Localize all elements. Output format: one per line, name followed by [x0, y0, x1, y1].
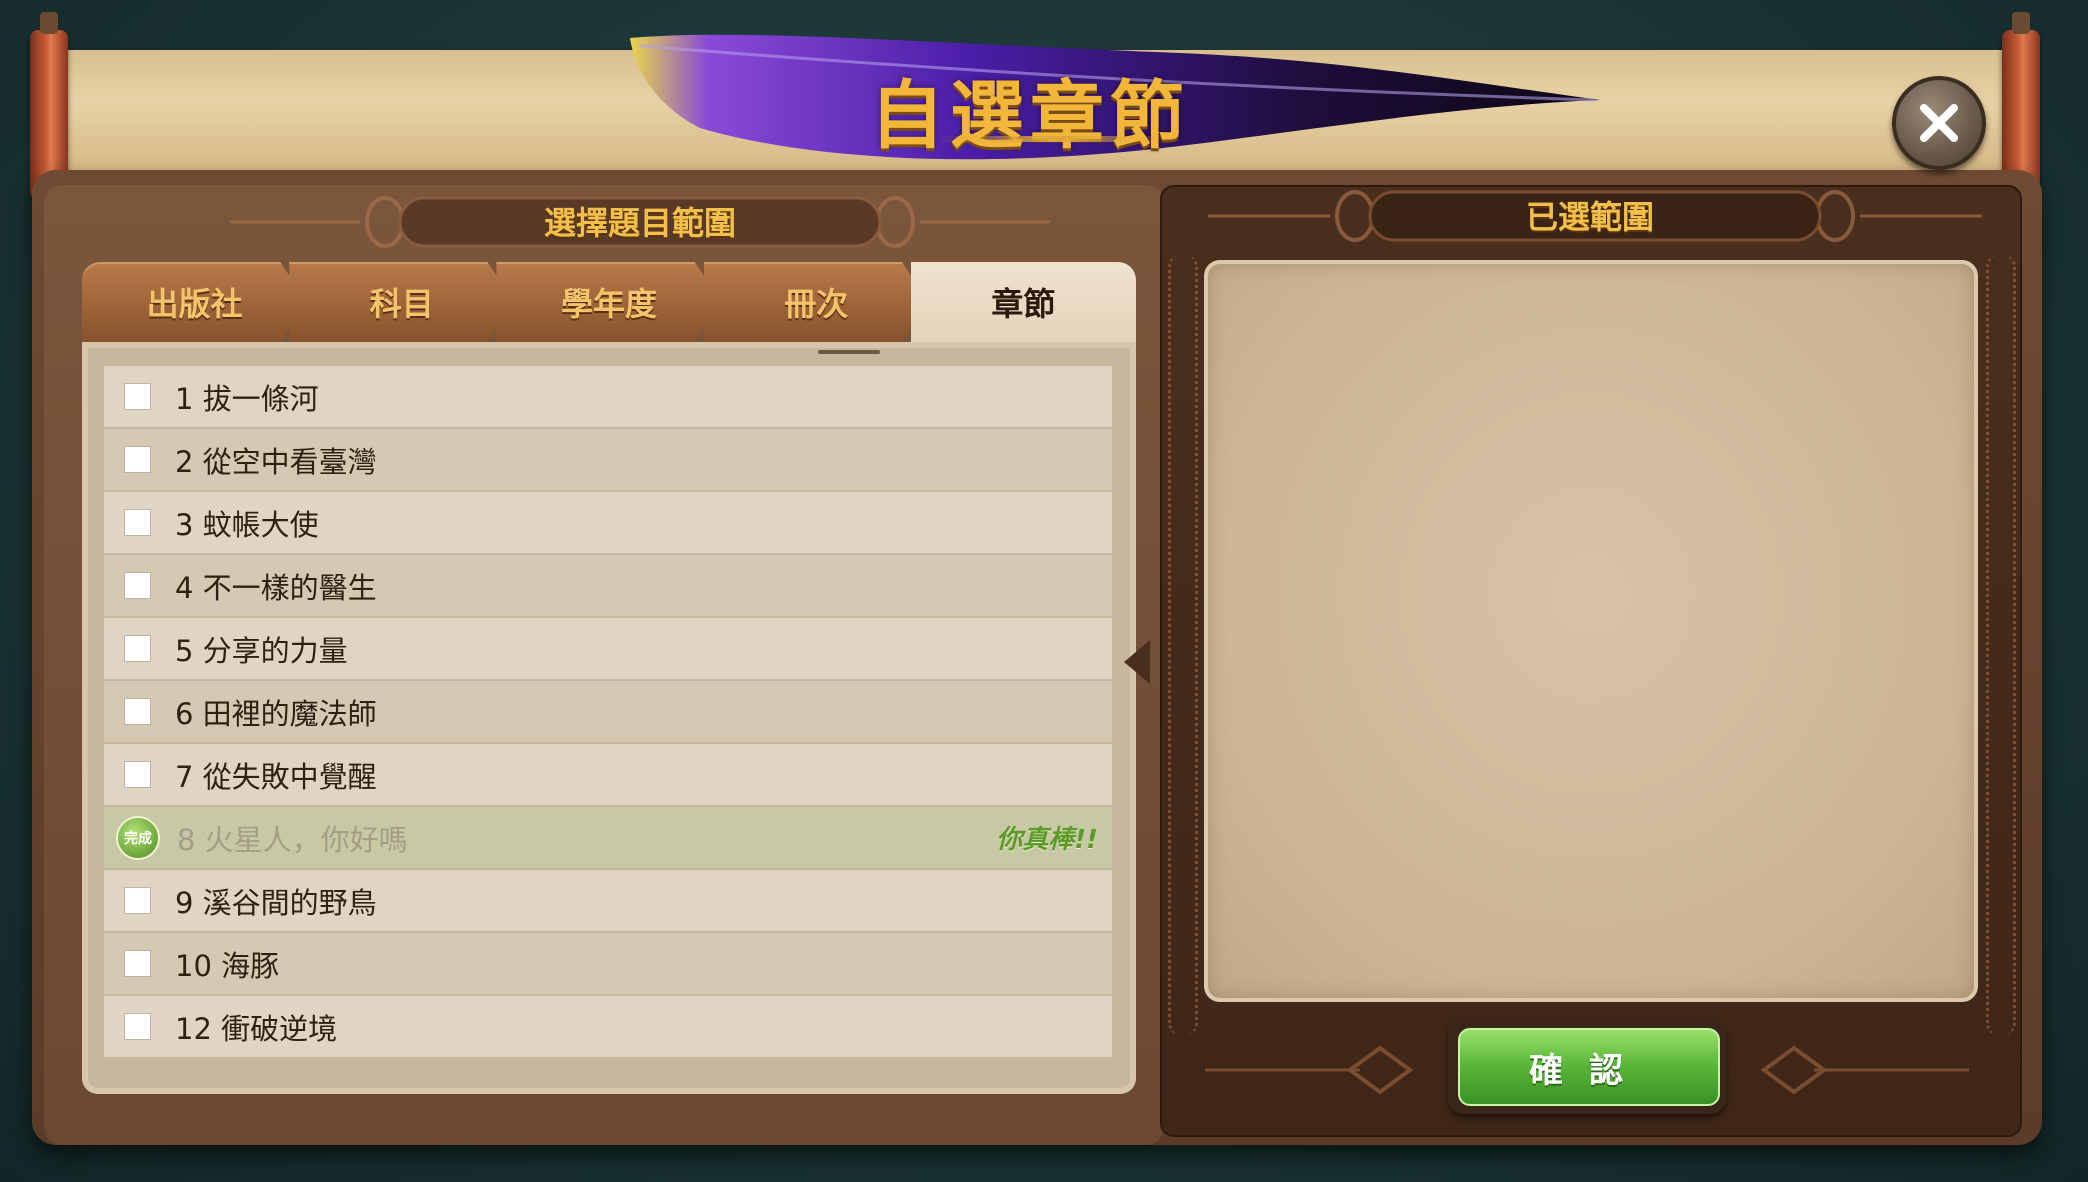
close-button[interactable]	[1892, 76, 1986, 170]
title-underline	[940, 136, 1170, 142]
scroll-indicator[interactable]	[818, 350, 880, 354]
chapter-row-5[interactable]: 5 分享的力量	[104, 618, 1112, 679]
selected-range-list	[1204, 260, 1978, 1002]
chapter-checkbox[interactable]	[124, 383, 151, 410]
tab-chapter[interactable]: 章節	[910, 262, 1136, 342]
chapter-row-7[interactable]: 7 從失敗中覺醒	[104, 744, 1112, 805]
panel-pointer-icon	[1124, 640, 1150, 684]
chapter-label: 5 分享的力量	[175, 633, 348, 668]
tab-school-year[interactable]: 學年度	[496, 262, 722, 342]
chapter-label: 9 溪谷間的野鳥	[175, 885, 377, 920]
chapter-row-9[interactable]: 9 溪谷間的野鳥	[104, 870, 1112, 931]
chapter-row-10[interactable]: 10 海豚	[104, 933, 1112, 994]
confirm-button[interactable]: 確認	[1448, 1018, 1726, 1114]
right-panel-header: 已選範圍	[1525, 198, 1654, 236]
chapter-checkbox[interactable]	[124, 509, 151, 536]
chapter-label: 1 拔一條河	[175, 381, 319, 416]
confirm-button-label: 確認	[1458, 1028, 1720, 1106]
chapter-row-4[interactable]: 4 不一樣的醫生	[104, 555, 1112, 616]
dialog-title: 自選章節	[870, 73, 1190, 159]
chapter-checkbox[interactable]	[124, 446, 151, 473]
chapter-label: 8 火星人，你好嗎	[177, 822, 408, 857]
chapter-label: 12 衝破逆境	[175, 1011, 338, 1046]
chapter-label: 2 從空中看臺灣	[175, 444, 377, 479]
bottom-ornament-left	[1205, 1045, 1414, 1095]
chapter-checkbox[interactable]	[124, 698, 151, 725]
chapter-label: 7 從失敗中覺醒	[175, 759, 377, 794]
right-panel-rope-right	[1986, 255, 2016, 1035]
chapter-label: 3 蚊帳大使	[175, 507, 319, 542]
chapter-row-12[interactable]: 12 衝破逆境	[104, 996, 1112, 1057]
chapter-checkbox[interactable]	[124, 761, 151, 788]
chapter-list: 1 拔一條河 2 從空中看臺灣 3 蚊帳大使 4 不一樣的醫生 5 分享的力量 …	[104, 366, 1112, 1059]
completed-badge-icon: 完成	[116, 815, 160, 860]
filter-tabs: 出版社 科目 學年度 冊次 章節	[82, 262, 1136, 342]
close-icon	[1920, 104, 1958, 142]
chapter-label: 4 不一樣的醫生	[175, 570, 377, 605]
left-panel-header: 選擇題目範圍	[543, 204, 736, 242]
chapter-checkbox[interactable]	[124, 1013, 151, 1040]
chapter-row-6[interactable]: 6 田裡的魔法師	[104, 681, 1112, 742]
chapter-checkbox[interactable]	[124, 635, 151, 662]
chapter-checkbox[interactable]	[124, 950, 151, 977]
chapter-row-3[interactable]: 3 蚊帳大使	[104, 492, 1112, 553]
tab-volume[interactable]: 冊次	[703, 262, 929, 342]
chapter-checkbox[interactable]	[124, 887, 151, 914]
chapter-row-8-completed: 完成 8 火星人，你好嗎 你真棒!!	[104, 807, 1112, 868]
tab-subject[interactable]: 科目	[289, 262, 515, 342]
praise-text: 你真棒!!	[996, 825, 1098, 855]
chapter-checkbox[interactable]	[124, 572, 151, 599]
right-panel-rope-left	[1168, 255, 1198, 1035]
bottom-ornament-right	[1760, 1045, 1969, 1095]
chapter-label: 10 海豚	[175, 948, 280, 983]
game-screen: 自選章節 選擇題目範圍 出版社 科目 學年度 冊次 章節 1 拔一條河 2 從空…	[0, 0, 2088, 1182]
chapter-label: 6 田裡的魔法師	[175, 696, 377, 731]
tab-publisher[interactable]: 出版社	[82, 262, 308, 342]
chapter-row-1[interactable]: 1 拔一條河	[104, 366, 1112, 427]
chapter-row-2[interactable]: 2 從空中看臺灣	[104, 429, 1112, 490]
